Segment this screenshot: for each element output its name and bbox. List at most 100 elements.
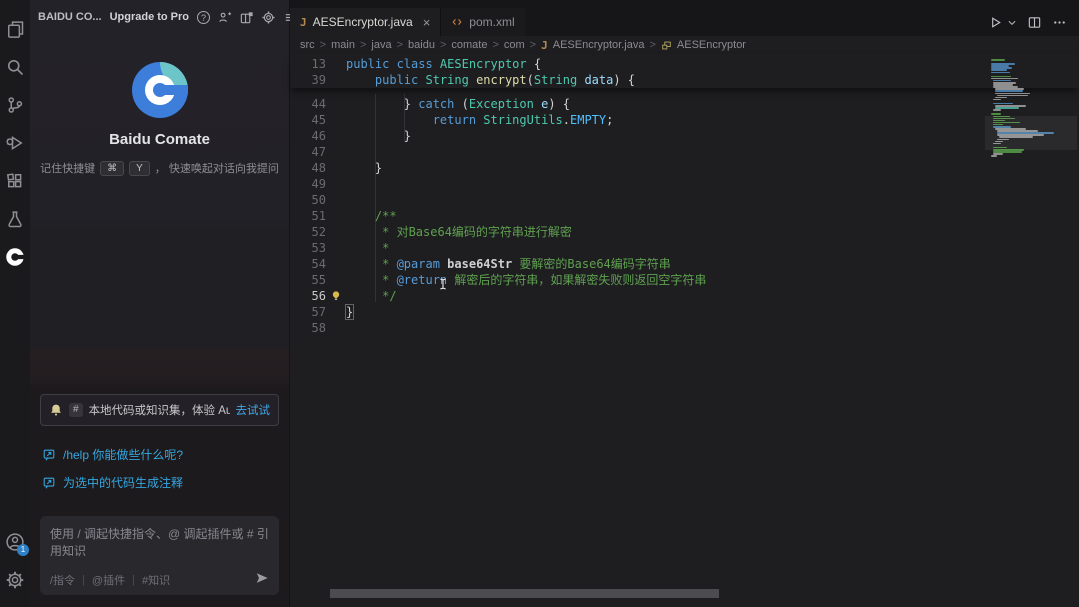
glyph-margin (326, 208, 346, 224)
comate-sidebar: BAIDU CO... Upgrade to Pro ? Baidu Comat… (30, 0, 290, 607)
glyph-margin (326, 176, 346, 192)
glyph-margin (326, 144, 346, 160)
code-line-45[interactable]: 45 return StringUtils.EMPTY; (290, 112, 1079, 128)
glyph-margin (326, 240, 346, 256)
hint-separator: | (132, 574, 135, 586)
suggestion-help[interactable]: /help 你能做些什么呢? (42, 446, 277, 463)
notice-text: 本地代码或知识集，体验 AutoWo (89, 402, 230, 418)
plugin-hint[interactable]: @插件 (92, 572, 125, 588)
code-line-55[interactable]: 55 * @return 解密后的字符串，如果解密失败则返回空字符串 (290, 272, 1079, 288)
chat-input-placeholder[interactable]: 使用 / 调起快捷指令、@ 调起插件或 # 引用知识 (50, 525, 269, 559)
code-line-44[interactable]: 44 } catch (Exception e) { (290, 96, 1079, 112)
run-icon[interactable] (988, 15, 1003, 30)
suggestion-list: /help 你能做些什么呢? 为选中的代码生成注释 (42, 446, 277, 502)
glyph-margin (326, 72, 346, 88)
baidu-comate-icon[interactable] (0, 238, 30, 276)
breadcrumb-item[interactable]: main (331, 39, 355, 51)
glyph-margin (326, 56, 346, 72)
code-line-51[interactable]: 51 /** (290, 208, 1079, 224)
code-line-46[interactable]: 46 } (290, 128, 1079, 144)
extensions-icon[interactable] (0, 162, 30, 200)
send-icon[interactable] (255, 571, 269, 588)
code-line-39[interactable]: 39 public String encrypt(String data) { (290, 72, 1079, 88)
sidebar-titlebar: BAIDU CO... Upgrade to Pro ? (30, 0, 289, 34)
code-line-49[interactable]: 49 (290, 176, 1079, 192)
invite-user-icon[interactable] (217, 10, 232, 25)
gear-icon[interactable] (261, 10, 276, 25)
knowledge-hint[interactable]: #知识 (142, 572, 170, 588)
glyph-margin (326, 304, 346, 320)
account-icon[interactable]: 1 (0, 523, 30, 561)
app-name: Baidu Comate (30, 131, 289, 148)
code-line-54[interactable]: 54 * @param base64Str 要解密的Base64编码字符串 (290, 256, 1079, 272)
tab-pom-xml[interactable]: pom.xml (440, 8, 524, 36)
hint-separator: | (82, 574, 85, 586)
code-line-13[interactable]: 13public class AESEncryptor { (290, 56, 1079, 72)
code-line-53[interactable]: 53 * (290, 240, 1079, 256)
glyph-margin (326, 112, 346, 128)
code-line-58[interactable]: 58 (290, 320, 1079, 336)
explorer-icon[interactable] (0, 10, 30, 48)
code-line-47[interactable]: 47 (290, 144, 1079, 160)
try-it-link[interactable]: 去试试 (236, 402, 271, 418)
minimap[interactable] (989, 54, 1063, 607)
breadcrumb-item[interactable]: AESEncryptor (677, 39, 746, 51)
more-actions-icon[interactable] (1052, 15, 1067, 30)
breadcrumb-item[interactable]: AESEncryptor.java (553, 39, 645, 51)
code-editor[interactable]: 13public class AESEncryptor {39 public S… (290, 54, 1079, 607)
close-tab-icon[interactable]: × (423, 15, 431, 30)
class-symbol-icon (661, 40, 672, 51)
breadcrumb-item[interactable]: baidu (408, 39, 435, 51)
run-debug-icon[interactable] (0, 124, 30, 162)
layout-icon[interactable] (239, 10, 254, 25)
minimap-slider[interactable] (985, 116, 1077, 150)
vscode-window: 1 BAIDU CO... Upgrade to Pro ? (0, 0, 1079, 607)
breadcrumb-item[interactable]: com (504, 39, 525, 51)
breadcrumb-separator: > (440, 39, 446, 51)
settings-gear-icon[interactable] (0, 561, 30, 599)
breadcrumb-separator: > (649, 39, 655, 51)
code-line-56[interactable]: 56 */ (290, 288, 1079, 304)
insert-chat-icon (42, 476, 56, 490)
search-icon[interactable] (0, 48, 30, 86)
suggestion-label: 为选中的代码生成注释 (63, 474, 183, 491)
suggestion-label: /help 你能做些什么呢? (63, 446, 183, 463)
breadcrumb-separator: > (397, 39, 403, 51)
java-file-icon: J (300, 16, 307, 29)
chat-input-box[interactable]: 使用 / 调起快捷指令、@ 调起插件或 # 引用知识 /指令 | @插件 | #… (40, 516, 279, 595)
bell-icon (49, 403, 63, 417)
hint-suffix: ， 快速唤起对话向我提问 (155, 160, 279, 176)
split-editor-icon[interactable] (1027, 15, 1042, 30)
help-icon[interactable]: ? (197, 11, 210, 24)
breadcrumb-item[interactable]: java (371, 39, 391, 51)
upgrade-to-pro-button[interactable]: Upgrade to Pro (110, 11, 189, 23)
breadcrumb-separator: > (492, 39, 498, 51)
shortcut-hint: 记住快捷键 ⌘ Y ， 快速唤起对话向我提问 (30, 160, 289, 176)
breadcrumb-separator: > (530, 39, 536, 51)
suggestion-generate-comments[interactable]: 为选中的代码生成注释 (42, 474, 277, 491)
code-line-48[interactable]: 48 } (290, 160, 1079, 176)
xml-file-icon (451, 16, 463, 28)
lightbulb-icon[interactable] (326, 288, 346, 304)
command-hint[interactable]: /指令 (50, 572, 75, 588)
editor-actions (988, 15, 1079, 36)
account-badge: 1 (17, 544, 29, 556)
code-line-52[interactable]: 52 * 对Base64编码的字符串进行解密 (290, 224, 1079, 240)
chat-input-hints: /指令 | @插件 | #知识 (50, 571, 269, 588)
breadcrumb-item[interactable]: comate (451, 39, 487, 51)
source-control-icon[interactable] (0, 86, 30, 124)
testing-flask-icon[interactable] (0, 200, 30, 238)
breadcrumb: src > main > java > baidu > comate > com… (290, 36, 1079, 54)
code-line-57[interactable]: 57} (290, 304, 1079, 320)
breadcrumb-separator: > (360, 39, 366, 51)
hint-prefix: 记住快捷键 (40, 160, 95, 176)
horizontal-scrollbar[interactable] (330, 589, 719, 598)
hash-badge: # (69, 403, 83, 417)
java-file-icon: J (541, 39, 548, 52)
chevron-down-icon[interactable] (1007, 15, 1017, 30)
glyph-margin (326, 96, 346, 112)
activity-bar: 1 (0, 0, 30, 607)
tab-aesencryptor-java[interactable]: J AESEncryptor.java × (290, 8, 440, 36)
breadcrumb-item[interactable]: src (300, 39, 315, 51)
code-line-50[interactable]: 50 (290, 192, 1079, 208)
